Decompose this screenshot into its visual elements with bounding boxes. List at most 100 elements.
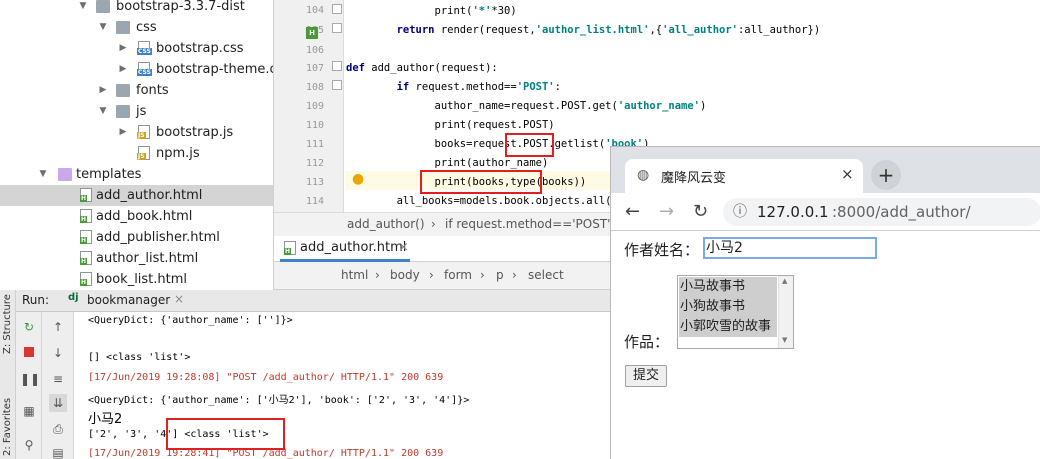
new-tab-button[interactable]: +	[871, 160, 901, 190]
works-option[interactable]: 小马故事书	[679, 277, 777, 297]
tree-item-label: fonts	[136, 83, 169, 98]
close-icon[interactable]: ×	[841, 165, 854, 183]
tree-item-book-list-html[interactable]: H book_list.html	[0, 269, 273, 290]
tree-item-bootstrap-theme-css[interactable]: ▶ CSS bootstrap-theme.css	[0, 59, 273, 80]
folder-icon	[116, 21, 130, 34]
works-select[interactable]: 小马故事书 小狗故事书 小郭吹雪的故事 ▲ ▼	[677, 275, 794, 349]
tree-item-templates[interactable]: ▼ templates	[0, 164, 273, 185]
author-name-label: 作者姓名：	[624, 241, 700, 259]
tree-item-label: add_book.html	[96, 209, 193, 224]
browser-tab[interactable]: ◍ 魔降风云变 ×	[625, 159, 863, 193]
soft-wrap-icon[interactable]: ≡	[49, 370, 67, 388]
works-label: 作品：	[624, 333, 670, 351]
html-file-icon: H	[80, 209, 92, 223]
pin-icon[interactable]: ⚲	[20, 436, 38, 454]
browser-toolbar: ← → ↻ ⓘ 127.0.0.1 :8000/add_author/	[611, 193, 1040, 231]
chevron-right-icon[interactable]: ▶	[118, 38, 128, 59]
tree-item-add-book-html[interactable]: H add_book.html	[0, 206, 273, 227]
favorites-tool-tab[interactable]: 2: Favorites	[2, 398, 13, 456]
tree-item-label: js	[136, 104, 147, 119]
reload-icon[interactable]: ↻	[693, 201, 708, 222]
code-line-109: author_name=request.POST.get('author_nam…	[346, 100, 707, 112]
tree-item-js[interactable]: ▼ js	[0, 101, 273, 122]
tree-item-fonts[interactable]: ▶ fonts	[0, 80, 273, 101]
scroll-up-icon[interactable]: ▲	[782, 277, 787, 285]
globe-icon: ◍	[637, 167, 650, 183]
fold-marker-icon[interactable]	[332, 4, 342, 14]
line-number: 114	[305, 196, 324, 207]
author-name-input[interactable]: 小马2	[703, 237, 877, 259]
tree-item-add-publisher-html[interactable]: H add_publisher.html	[0, 227, 273, 248]
chevron-down-icon[interactable]: ▼	[78, 0, 88, 17]
js-file-icon: JS	[137, 146, 150, 160]
path-item-body[interactable]: body	[390, 268, 420, 282]
works-option[interactable]: 小郭吹雪的故事	[679, 317, 777, 337]
back-arrow-icon[interactable]: ←	[625, 201, 640, 222]
side-tool-strip: Z: Structure 2: Favorites	[0, 290, 16, 459]
layout-icon[interactable]: ▦	[20, 402, 38, 420]
run-label: Run:	[22, 293, 50, 307]
breadcrumb-branch[interactable]: if request.method=='POST'	[445, 213, 610, 235]
tree-item-bootstrap-dist[interactable]: ▼ bootstrap-3.3.7-dist	[0, 0, 273, 17]
chevron-right-icon[interactable]: ▶	[118, 122, 128, 143]
plus-icon: +	[877, 163, 895, 187]
path-item-p[interactable]: p	[496, 268, 504, 282]
run-console[interactable]: <QueryDict: {'author_name': ['']}> [] <c…	[74, 312, 610, 459]
html-template-gutter-icon[interactable]: H	[306, 27, 318, 39]
close-icon[interactable]: ×	[174, 292, 184, 306]
address-bar[interactable]: ⓘ 127.0.0.1 :8000/add_author/	[723, 198, 1040, 226]
rerun-icon[interactable]: ↻	[20, 318, 38, 336]
stop-icon[interactable]	[20, 344, 38, 362]
console-line: <QueryDict: {'author_name': ['']}>	[88, 315, 293, 326]
run-config-tab[interactable]: bookmanager	[87, 293, 170, 307]
scroll-down-icon[interactable]: ▼	[782, 336, 787, 344]
editor-tab-add-author[interactable]: H add_author.html ×	[280, 236, 410, 262]
fold-marker-icon[interactable]	[332, 61, 342, 71]
forward-arrow-icon[interactable]: →	[659, 201, 674, 222]
path-item-html[interactable]: html	[341, 268, 368, 282]
arrow-up-icon[interactable]: ↑	[49, 318, 67, 336]
works-select-scrollbar[interactable]: ▲ ▼	[778, 276, 793, 348]
path-item-form[interactable]: form	[444, 268, 472, 282]
tree-item-npm-js[interactable]: JS npm.js	[0, 143, 273, 164]
structure-tool-tab[interactable]: Z: Structure	[2, 294, 13, 354]
tree-item-label: add_publisher.html	[96, 230, 220, 245]
close-icon[interactable]: ×	[398, 240, 409, 255]
print-icon[interactable]: ⎙	[49, 420, 67, 438]
code-line-104: print('*'*30)	[346, 5, 517, 17]
chevron-right-icon[interactable]: ▶	[118, 59, 128, 80]
pause-icon[interactable]: ❚❚	[20, 370, 40, 388]
chevron-right-icon[interactable]: ▶	[98, 80, 108, 101]
tree-item-label: bootstrap.css	[156, 41, 244, 56]
code-line-108: if request.method=='POST':	[396, 81, 561, 93]
line-number: 111	[305, 139, 324, 150]
tree-item-author-list-html[interactable]: H author_list.html	[0, 248, 273, 269]
tree-item-label: templates	[76, 167, 142, 182]
tree-item-bootstrap-js[interactable]: ▶ JS bootstrap.js	[0, 122, 273, 143]
code-line-114: all_books=models.book.objects.all()	[346, 195, 618, 207]
scroll-to-end-icon[interactable]: ⇊	[49, 394, 67, 412]
js-file-icon: JS	[137, 125, 150, 139]
chevron-down-icon[interactable]: ▼	[98, 101, 108, 122]
line-number: 110	[305, 120, 324, 131]
submit-button[interactable]: 提交	[625, 365, 667, 387]
trash-icon[interactable]: ▤	[49, 444, 67, 459]
line-number: 106	[305, 45, 324, 56]
path-item-select[interactable]: select	[528, 268, 564, 282]
django-icon: dj	[68, 292, 79, 303]
tree-item-add-author-html[interactable]: H add_author.html	[0, 185, 273, 206]
arrow-down-icon[interactable]: ↓	[49, 344, 67, 362]
tree-item-css[interactable]: ▼ css	[0, 17, 273, 38]
editor-tab-label: add_author.html	[300, 240, 407, 255]
path-separator: ›	[375, 268, 380, 282]
tree-item-bootstrap-css[interactable]: ▶ CSS bootstrap.css	[0, 38, 273, 59]
chevron-down-icon[interactable]: ▼	[38, 164, 48, 185]
breadcrumb-function[interactable]: add_author()	[347, 213, 425, 235]
console-line: 小马2	[88, 412, 123, 427]
fold-marker-icon[interactable]	[332, 80, 342, 90]
fold-marker-icon[interactable]	[332, 23, 342, 33]
path-separator: ›	[512, 268, 517, 282]
chevron-down-icon[interactable]: ▼	[98, 17, 108, 38]
info-icon[interactable]: ⓘ	[733, 198, 747, 226]
works-option[interactable]: 小狗故事书	[679, 297, 777, 317]
